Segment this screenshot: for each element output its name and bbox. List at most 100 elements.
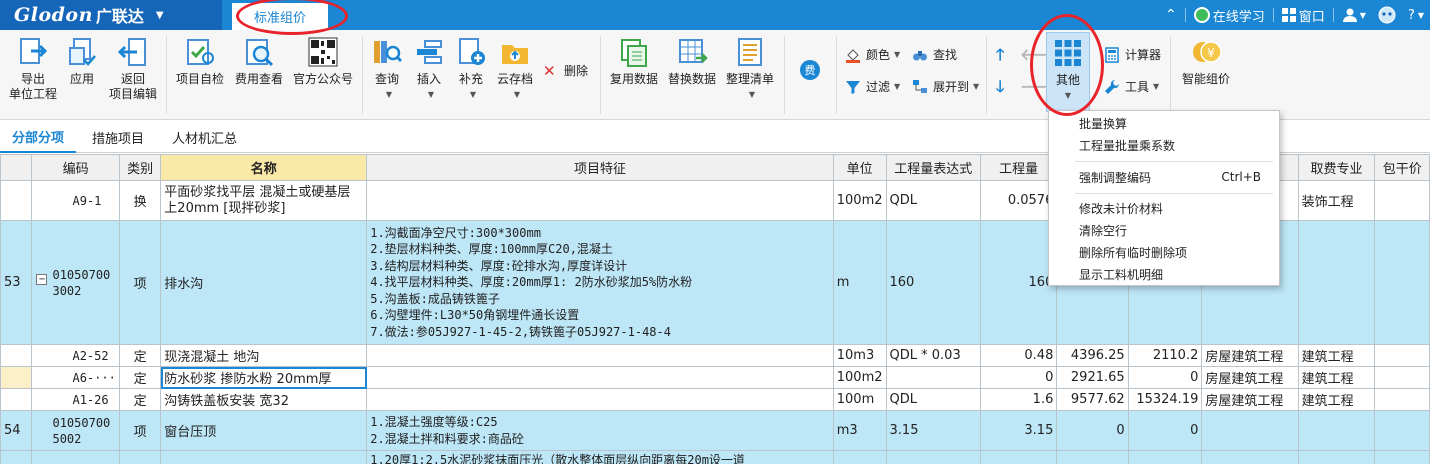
cell-qty-expr[interactable]: 3.15 [885, 410, 981, 451]
collapse-ribbon-icon[interactable]: ⌃ [1165, 7, 1177, 23]
cell-type[interactable]: 定 [118, 366, 162, 389]
cell-category[interactable]: 房屋建筑工程 [1201, 388, 1299, 411]
col-feature[interactable]: 项目特征 [366, 154, 834, 181]
cell-type[interactable]: 换 [118, 180, 162, 221]
cell-qty-expr[interactable] [885, 366, 981, 389]
delete-button[interactable]: ✕ 删除 [543, 62, 588, 79]
cell-fee-specialty[interactable] [1297, 220, 1376, 345]
menu-item-show-labor-material-detail[interactable]: 显示工料机明细 [1049, 264, 1279, 284]
cell-price-2[interactable]: 0 [1127, 366, 1203, 389]
cell-fee-specialty[interactable]: 建筑工程 [1297, 366, 1376, 389]
cell-qty-expr[interactable]: QDL [885, 388, 981, 411]
tab-labor-material-summary[interactable]: 人材机汇总 [160, 121, 249, 153]
menu-item-force-adjust-code[interactable]: 强制调整编码 Ctrl+B [1049, 167, 1279, 187]
cell-name[interactable]: 窗台压顶 [160, 410, 368, 451]
cell-fee-specialty[interactable]: 建筑工程 [1297, 388, 1376, 411]
cell-price-1[interactable] [1056, 450, 1129, 464]
cell-name[interactable]: 沟铸铁盖板安装 宽32 [160, 388, 368, 411]
cell-qty[interactable]: 0 [979, 366, 1058, 389]
insert-button[interactable]: 插入 ▼ [410, 36, 448, 102]
menu-item-clear-empty-rows[interactable]: 清除空行 [1049, 220, 1279, 240]
cell-price-1[interactable]: 0 [1056, 410, 1129, 451]
table-row[interactable]: 54 010507005002 项 窗台压顶 1.混凝土强度等级:C25 2.混… [0, 410, 1430, 451]
cell-unit[interactable]: m3 [832, 410, 887, 451]
cell-name[interactable]: 现浇混凝土 地沟 [160, 344, 368, 367]
cell-feature[interactable]: 1.20厚1:2.5水泥砂浆抹面压光（散水整体面层纵向距离每20m设一道 [366, 450, 834, 464]
col-type[interactable]: 类别 [118, 154, 162, 181]
cell-fee-specialty[interactable]: 建筑工程 [1297, 344, 1376, 367]
col-fee-specialty[interactable]: 取费专业 [1297, 154, 1376, 181]
cell-fee-specialty[interactable]: 装饰工程 [1297, 180, 1376, 221]
cell-feature[interactable] [366, 344, 834, 367]
cell-qty-expr[interactable]: QDL [885, 180, 981, 221]
cell-category[interactable] [1201, 410, 1299, 451]
cell-name[interactable]: 平面砂浆找平层 混凝土或硬基层上20mm [现拌砂浆] [160, 180, 368, 221]
help-button[interactable]: ? ▼ [1408, 8, 1424, 23]
export-unit-project-button[interactable]: 导出 单位工程 [8, 36, 58, 102]
col-qty[interactable]: 工程量 [979, 154, 1058, 181]
table-row-selected[interactable]: A6-··· 定 防水砂浆 掺防水粉 20mm厚 100m2 0 2921.65… [0, 366, 1430, 389]
calculator-button[interactable]: 计算器 [1104, 46, 1161, 63]
cell-name-selected[interactable]: 防水砂浆 掺防水粉 20mm厚 [160, 366, 368, 389]
cell-feature[interactable]: 1.沟截面净空尺寸:300*300mm 2.垫层材料种类、厚度:100mm厚C2… [366, 220, 834, 345]
cell-category[interactable] [1201, 450, 1299, 464]
fee-badge-button[interactable]: 费 [800, 60, 820, 80]
table-row[interactable]: A2-52 定 现浇混凝土 地沟 10m3 QDL * 0.03 0.48 43… [0, 344, 1430, 367]
back-project-edit-button[interactable]: 返回 项目编辑 [106, 36, 160, 102]
replace-data-button[interactable]: 替换数据 [664, 36, 720, 87]
cell-price-1[interactable]: 9577.62 [1056, 388, 1129, 411]
cell-price-1[interactable]: 2921.65 [1056, 366, 1129, 389]
cell-feature[interactable] [366, 388, 834, 411]
cell-feature[interactable] [366, 180, 834, 221]
cell-qty[interactable]: 0.48 [979, 344, 1058, 367]
menu-item-batch-multiply-qty[interactable]: 工程量批量乘系数 [1049, 135, 1279, 155]
smart-pricing-button[interactable]: ¥ 智能组价 [1178, 36, 1234, 87]
cell-price-2[interactable]: 15324.19 [1127, 388, 1203, 411]
cell-type[interactable]: 项 [118, 220, 162, 345]
cell-code[interactable]: − 010507003002 [31, 220, 120, 345]
supplement-button[interactable]: 补充 ▼ [452, 36, 490, 102]
cell-code[interactable]: 010507005002 [31, 410, 120, 451]
query-button[interactable]: 查询 ▼ [368, 36, 406, 102]
cell-name[interactable] [160, 450, 368, 464]
cell-price-2[interactable]: 0 [1127, 410, 1203, 451]
cell-type[interactable]: 定 [118, 388, 162, 411]
move-down-button[interactable]: 🡓 [996, 76, 1004, 103]
collapse-toggle-icon[interactable]: − [36, 274, 48, 285]
cell-qty[interactable] [979, 450, 1058, 464]
table-row[interactable]: 1.20厚1:2.5水泥砂浆抹面压光（散水整体面层纵向距离每20m设一道 [0, 450, 1430, 464]
cell-feature[interactable]: 1.混凝土强度等级:C25 2.混凝土拌和料要求:商品砼 [366, 410, 834, 451]
cell-price-2[interactable] [1127, 450, 1203, 464]
reuse-data-button[interactable]: 复用数据 [606, 36, 662, 87]
cell-price-2[interactable]: 2110.2 [1127, 344, 1203, 367]
cell-qty-expr[interactable]: QDL * 0.03 [885, 344, 981, 367]
cell-code[interactable] [31, 450, 120, 464]
find-button[interactable]: 查找 [912, 46, 957, 63]
menu-item-edit-unpriced-material[interactable]: 修改未计价材料 [1049, 198, 1279, 218]
cell-unit[interactable] [832, 450, 887, 464]
cell-qty-expr[interactable] [885, 450, 981, 464]
cell-name[interactable]: 排水沟 [160, 220, 368, 345]
col-qty-expr[interactable]: 工程量表达式 [885, 154, 981, 181]
cell-qty[interactable]: 1.6 [979, 388, 1058, 411]
cell-code[interactable]: A2-52 [31, 344, 120, 367]
fee-view-button[interactable]: 费用查看 [230, 36, 288, 87]
cell-fee-specialty[interactable] [1297, 450, 1376, 464]
cell-qty[interactable]: 160 [979, 220, 1058, 345]
organize-list-button[interactable]: 整理清单 ▼ [722, 36, 778, 102]
cell-qty[interactable]: 0.0576 [979, 180, 1058, 221]
cell-type[interactable]: 项 [118, 410, 162, 451]
tab-measure-items[interactable]: 措施项目 [80, 121, 156, 153]
cell-code[interactable]: A1-26 [31, 388, 120, 411]
filter-button[interactable]: 过滤 ▼ [845, 78, 900, 95]
cell-code[interactable]: A9-1 [31, 180, 120, 221]
cell-unit[interactable]: 100m [832, 388, 887, 411]
menu-item-delete-temp-items[interactable]: 删除所有临时删除项 [1049, 242, 1279, 262]
tab-sub-items[interactable]: 分部分项 [0, 121, 77, 153]
cell-unit[interactable]: m [832, 220, 887, 345]
tools-button[interactable]: 工具 ▼ [1104, 78, 1159, 95]
mascot-icon[interactable] [1378, 6, 1396, 24]
cell-unit[interactable]: 10m3 [832, 344, 887, 367]
cell-qty-expr[interactable]: 160 [885, 220, 981, 345]
project-self-check-button[interactable]: 项目自检 [172, 36, 228, 87]
